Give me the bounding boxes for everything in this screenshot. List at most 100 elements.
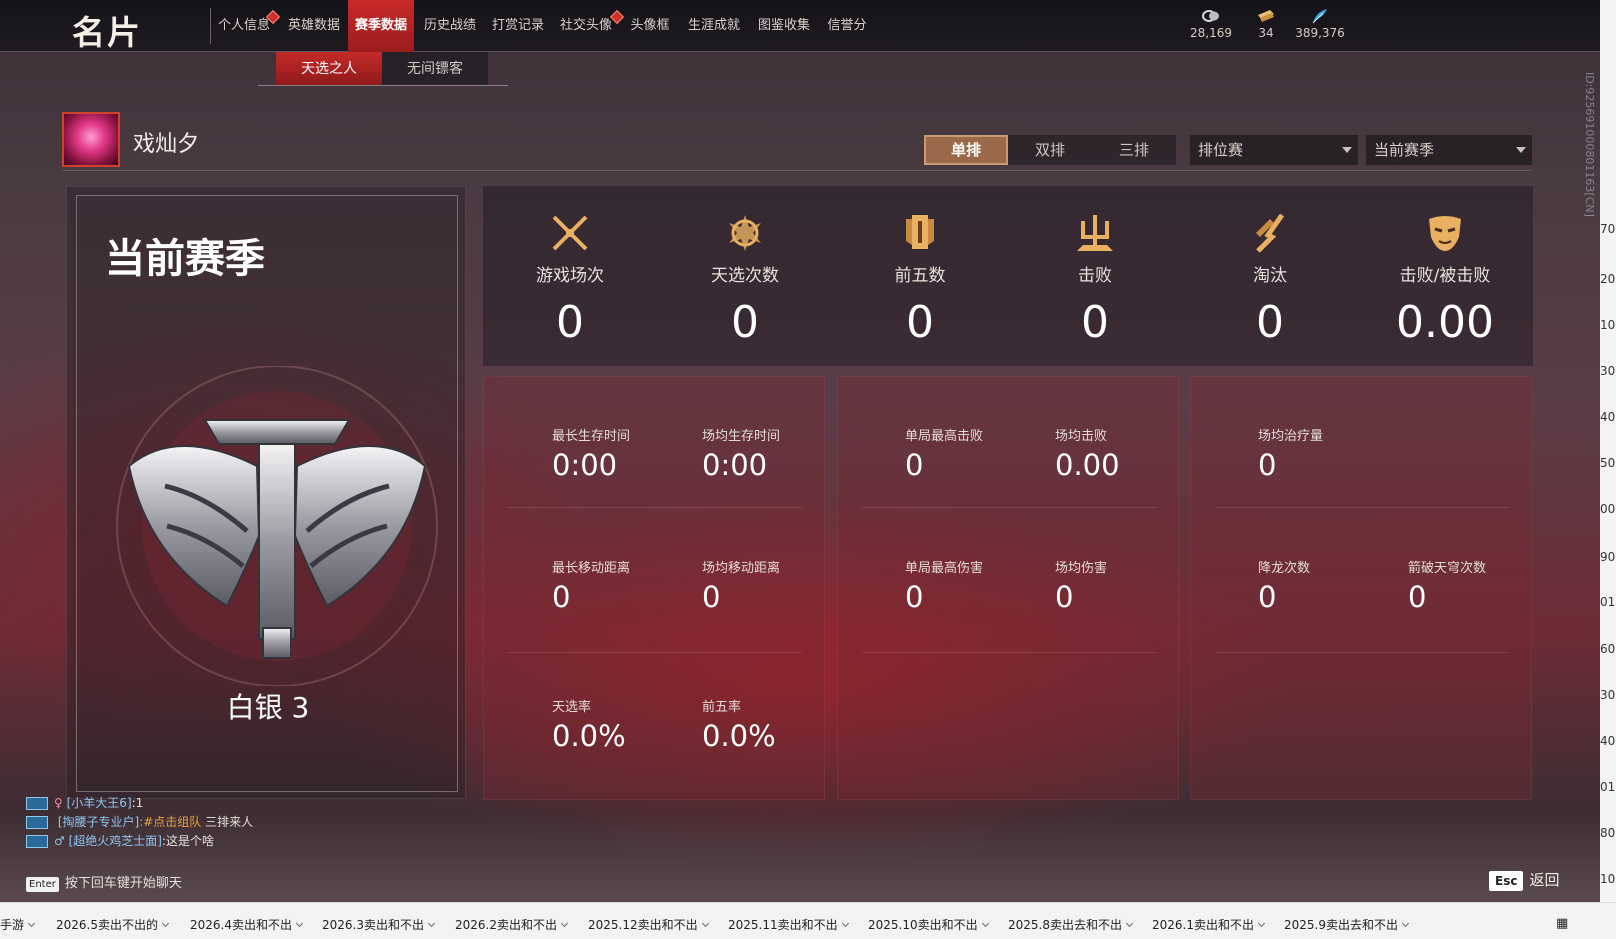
team-invite-link[interactable]: :#点击组队	[139, 815, 201, 829]
subtab-escort[interactable]: 无间镖客	[382, 52, 488, 86]
tab-reputation[interactable]: 信誉分	[822, 0, 872, 52]
rank-panel: 当前赛季 白银 3	[66, 186, 466, 799]
chat-sender[interactable]: [超绝火鸡芝士面]	[69, 834, 162, 848]
esc-key: Esc	[1489, 871, 1524, 891]
strip-fragment: 50	[1600, 456, 1616, 470]
stat-label: 淘汰	[1253, 266, 1287, 286]
survival-detail-panel: 最长生存时间 0:00 场均生存时间 0:00 最长移动距离 0 场均移动距离 0 天选…	[483, 376, 825, 800]
tab-label: 个人信息	[217, 18, 270, 33]
bookmark-folder[interactable]: 2025.11卖出和不出	[728, 916, 849, 933]
match-type-value: 排位赛	[1198, 141, 1244, 159]
tab-personal-info[interactable]: 个人信息	[214, 0, 281, 52]
broken-blade-icon	[1256, 213, 1285, 253]
tab-match-history[interactable]: 历史战绩	[418, 0, 482, 52]
channel-icon	[26, 816, 48, 829]
coin-icon	[1202, 10, 1219, 22]
chevron-down-icon	[701, 919, 709, 928]
currency-feathers[interactable]: 389,376	[1290, 8, 1350, 40]
stat-value: 0	[1256, 297, 1284, 348]
strip-fragment: 60	[1600, 642, 1616, 656]
detail-label: 单局最高击败	[905, 429, 984, 444]
mode-solo[interactable]: 单排	[924, 135, 1008, 165]
match-type-dropdown[interactable]: 排位赛	[1190, 135, 1358, 165]
detail-label: 天选率	[552, 700, 592, 715]
detail-value: 0.00	[1055, 448, 1120, 482]
subtab-chosen-one[interactable]: 天选之人	[276, 52, 382, 86]
chat-hint-text: 按下回车键开始聊天	[64, 876, 182, 891]
chevron-down-icon	[295, 919, 304, 928]
mode-trio[interactable]: 三排	[1092, 135, 1176, 165]
season-dropdown[interactable]: 当前赛季	[1366, 135, 1532, 165]
stat-label: 天选次数	[711, 266, 779, 286]
row-divider	[862, 652, 1156, 653]
trident-icon	[1077, 215, 1113, 251]
bookmark-folder[interactable]: 2026.2卖出和不出	[455, 916, 569, 933]
tab-social-avatar[interactable]: 社交头像	[554, 0, 625, 52]
bookmark-folder[interactable]: 2026.4卖出和不出	[190, 916, 304, 933]
strip-fragment: 01	[1600, 780, 1616, 794]
bookmark-label: 2025.11卖出和不出	[728, 918, 838, 932]
back-button[interactable]: Esc 返回	[1489, 869, 1559, 891]
bookmark-folder[interactable]: 2025.8卖出去和不出	[1008, 916, 1134, 933]
detail-label: 箭破天穹次数	[1408, 561, 1487, 576]
detail-value: 0.0%	[702, 719, 776, 753]
chevron-down-icon	[161, 919, 170, 928]
stat-value: 0.00	[1396, 297, 1494, 348]
tab-career-achievements[interactable]: 生涯成就	[682, 0, 746, 52]
page-title: 名片	[72, 13, 142, 52]
chevron-down-icon	[1401, 919, 1410, 928]
tab-collection[interactable]: 图鉴收集	[752, 0, 816, 52]
player-id: ID:925691000801163[CN]	[1583, 72, 1596, 217]
detail-label: 场均伤害	[1055, 561, 1108, 576]
background-window-strip: 70 20 10 30 40 50 00 90 016 60 30 40 01 …	[1600, 0, 1616, 902]
chevron-down-icon	[1342, 147, 1352, 153]
lotus-emblem-icon	[729, 215, 761, 251]
detail-label: 场均生存时间	[702, 429, 781, 444]
stat-label: 游戏场次	[536, 266, 604, 286]
currency-tickets[interactable]: 34	[1236, 8, 1296, 40]
bookmark-folder[interactable]: 2026.5卖出不出的	[56, 916, 170, 933]
grid-icon[interactable]: ▦	[1556, 916, 1568, 931]
strip-fragment: 40	[1600, 734, 1616, 748]
top-nav-bar: 名片 个人信息 英雄数据 赛季数据 历史战绩 打赏记录 社交头像 头像框 生涯成…	[0, 0, 1600, 52]
avatar[interactable]	[62, 112, 120, 167]
rank-frame: 当前赛季 白银 3	[76, 195, 458, 792]
tab-avatar-frame[interactable]: 头像框	[628, 0, 672, 52]
bookmark-label: 2026.2卖出和不出	[455, 918, 557, 932]
combat-detail-panel: 单局最高击败 0 场均击败 0.00 单局最高伤害 0 场均伤害 0	[837, 376, 1179, 800]
bookmark-folder[interactable]: 2026.3卖出和不出	[322, 916, 436, 933]
stat-value: 0	[1081, 297, 1109, 348]
detail-value: 0	[1055, 580, 1074, 614]
tab-label: 社交头像	[559, 18, 612, 33]
detail-label: 降龙次数	[1258, 561, 1311, 576]
tab-season-data[interactable]: 赛季数据	[348, 0, 414, 52]
game-window: 名片 个人信息 英雄数据 赛季数据 历史战绩 打赏记录 社交头像 头像框 生涯成…	[0, 0, 1600, 902]
bookmark-label: 2025.8卖出去和不出	[1008, 918, 1122, 932]
detail-value: 0	[702, 580, 721, 614]
support-detail-panel: 场均治疗量 0 降龙次数 0 箭破天穹次数 0	[1190, 376, 1532, 800]
chosen-rate: 天选率 0.0%	[552, 696, 626, 753]
bookmark-folder[interactable]: 手游	[0, 916, 36, 933]
detail-label: 最长移动距离	[552, 561, 631, 576]
chat-sender[interactable]: [小羊大王6]	[67, 796, 132, 810]
detail-value: 0	[905, 448, 924, 482]
chat-sender[interactable]: [掏腰子专业户]	[58, 815, 139, 829]
detail-label: 场均治疗量	[1258, 429, 1324, 444]
bookmark-bar: 手游 2026.5卖出不出的 2026.4卖出和不出 2026.3卖出和不出 2…	[0, 902, 1616, 939]
chevron-down-icon	[427, 919, 436, 928]
currency-coins[interactable]: 28,169	[1181, 8, 1241, 40]
bookmark-folder[interactable]: 2026.1卖出和不出	[1152, 916, 1266, 933]
chat-enter-hint[interactable]: Enter 按下回车键开始聊天	[26, 872, 182, 892]
tab-tip-records[interactable]: 打赏记录	[486, 0, 550, 52]
ticket-amount: 34	[1258, 26, 1274, 40]
strip-fragment: 10	[1600, 318, 1616, 332]
chat-log[interactable]: ♀ [小羊大王6]:1 [掏腰子专业户]:#点击组队 三排来人 ♂ [超绝火鸡芝…	[26, 794, 253, 851]
crossed-swords-icon	[552, 215, 588, 251]
strip-fragment: 016	[1600, 595, 1616, 609]
bookmark-folder[interactable]: 2025.10卖出和不出	[868, 916, 989, 933]
mode-duo[interactable]: 双排	[1008, 135, 1092, 165]
detail-value: 0	[1258, 580, 1277, 614]
tab-hero-data[interactable]: 英雄数据	[282, 0, 346, 52]
bookmark-folder[interactable]: 2025.9卖出去和不出	[1284, 916, 1410, 933]
bookmark-folder[interactable]: 2025.12卖出和不出	[588, 916, 709, 933]
